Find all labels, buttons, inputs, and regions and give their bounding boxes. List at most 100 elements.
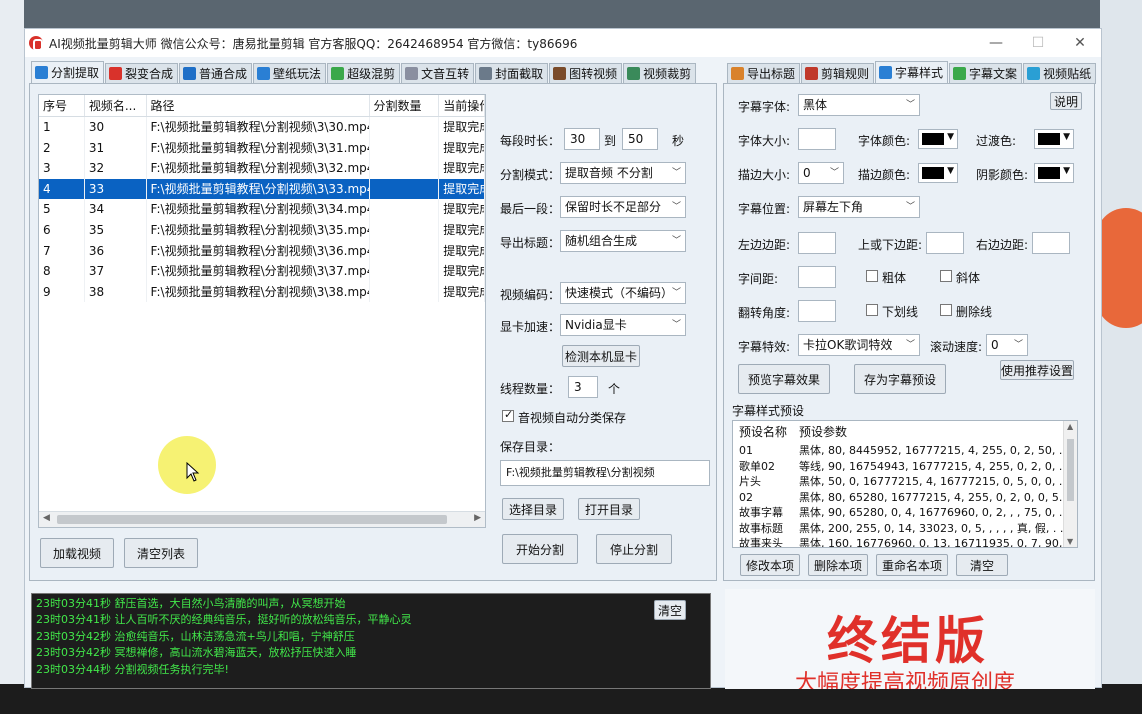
main-tab-6[interactable]: 文音互转	[401, 63, 475, 84]
col-header-status[interactable]: 当前操作	[439, 95, 485, 116]
main-tab-5[interactable]: 超级混剪	[327, 63, 401, 84]
spacing-input[interactable]	[798, 266, 836, 288]
choose-dir-button[interactable]: 选择目录	[502, 498, 564, 520]
clear-presets-button[interactable]: 清空	[956, 554, 1008, 576]
table-row[interactable]: 534F:\视频批量剪辑教程\分割视频\3\34.mp4 提取完成	[39, 199, 485, 220]
shadow-color-picker[interactable]: ▼	[1034, 163, 1074, 183]
scroll-thumb[interactable]	[57, 515, 447, 524]
rotate-input[interactable]	[798, 300, 836, 322]
main-tab-1[interactable]: 分割提取	[31, 61, 105, 84]
scroll-speed-select[interactable]: 0 ﹀	[986, 334, 1028, 356]
help-button[interactable]: 说明	[1050, 92, 1082, 110]
strike-checkbox[interactable]	[940, 304, 952, 316]
table-row[interactable]: 837F:\视频批量剪辑教程\分割视频\3\37.mp4 提取完成	[39, 261, 485, 282]
preview-subtitle-button[interactable]: 预览字幕效果	[738, 364, 830, 394]
preset-col-params[interactable]: 预设参数	[799, 421, 1077, 443]
col-header-index[interactable]: 序号	[39, 95, 85, 116]
load-video-button[interactable]: 加载视频	[40, 538, 114, 568]
preset-col-name[interactable]: 预设名称	[733, 421, 799, 443]
margin-vertical-input[interactable]	[926, 232, 964, 254]
scroll-right-icon[interactable]: ▶	[474, 513, 481, 523]
detect-gpu-button[interactable]: 检测本机显卡	[562, 345, 640, 367]
italic-checkbox[interactable]	[940, 270, 952, 282]
table-row[interactable]: 231F:\视频批量剪辑教程\分割视频\3\31.mp4 提取完成	[39, 137, 485, 159]
maximize-button[interactable]: ☐	[1017, 29, 1059, 57]
stop-split-button[interactable]: 停止分割	[596, 534, 672, 564]
table-row[interactable]: 938F:\视频批量剪辑教程\分割视频\3\38.mp4 提取完成	[39, 281, 485, 303]
settings-tab-3[interactable]: 字幕样式	[875, 61, 949, 84]
font-size-input[interactable]	[798, 128, 836, 150]
font-select[interactable]: 黑体 ﹀	[798, 94, 920, 116]
table-cell-status: 提取完成	[439, 117, 485, 138]
main-tab-4[interactable]: 壁纸玩法	[253, 63, 327, 84]
table-row[interactable]: 130F:\视频批量剪辑教程\分割视频\3\30.mp4 提取完成	[39, 117, 485, 138]
font-color-picker[interactable]: ▼	[918, 129, 958, 149]
log-line: 23时03分44秒 分割视频任务执行完毕!	[36, 662, 229, 676]
tab-icon	[805, 67, 819, 80]
preset-row[interactable]: 故事字幕 黑体, 90, 65280, 0, 4, 16776960, 0, 2,…	[733, 505, 1077, 521]
preset-row[interactable]: 片头 黑体, 50, 0, 16777215, 4, 16777215, 0, 5…	[733, 474, 1077, 490]
horizontal-scrollbar[interactable]: ◀ ▶	[39, 511, 485, 527]
main-tab-8[interactable]: 图转视频	[549, 63, 623, 84]
tab-icon	[879, 66, 893, 79]
edit-preset-button[interactable]: 修改本项	[740, 554, 800, 576]
table-row[interactable]: 433F:\视频批量剪辑教程\分割视频\3\33.mp4 提取完成	[39, 178, 485, 200]
export-title-select[interactable]: 随机组合生成 ﹀	[560, 230, 686, 252]
codec-select[interactable]: 快速模式（不编码） ﹀	[560, 282, 686, 304]
main-tab-9[interactable]: 视频裁剪	[623, 63, 697, 84]
clear-log-button[interactable]: 清空	[654, 600, 686, 620]
margin-left-input[interactable]	[798, 232, 836, 254]
minimize-button[interactable]: —	[975, 29, 1017, 57]
duration-from-input[interactable]: 30	[564, 128, 600, 150]
fade-color-picker[interactable]: ▼	[1034, 129, 1074, 149]
scroll-up-icon[interactable]: ▲	[1067, 422, 1073, 431]
delete-preset-button[interactable]: 删除本项	[808, 554, 868, 576]
settings-tab-1[interactable]: 导出标题	[727, 63, 801, 84]
clear-list-button[interactable]: 清空列表	[124, 538, 198, 568]
settings-tab-2[interactable]: 剪辑规则	[801, 63, 875, 84]
effect-select[interactable]: 卡拉OK歌词特效 ﹀	[798, 334, 920, 356]
rename-preset-button[interactable]: 重命名本项	[876, 554, 948, 576]
auto-save-checkbox[interactable]	[502, 408, 514, 422]
col-header-name[interactable]: 视频名...	[85, 95, 147, 116]
table-row[interactable]: 635F:\视频批量剪辑教程\分割视频\3\35.mp4 提取完成	[39, 219, 485, 241]
preset-row[interactable]: 02 黑体, 80, 65280, 16777215, 4, 255, 0, 2,…	[733, 490, 1077, 506]
preset-row[interactable]: 歌单02 等线, 90, 16754943, 16777215, 4, 255, …	[733, 459, 1077, 475]
underline-checkbox[interactable]	[866, 304, 878, 316]
outline-size-select[interactable]: 0 ﹀	[798, 162, 844, 184]
main-tab-2[interactable]: 裂变合成	[105, 63, 179, 84]
col-header-count[interactable]: 分割数量	[370, 95, 440, 116]
position-select[interactable]: 屏幕左下角 ﹀	[798, 196, 920, 218]
preset-row[interactable]: 01 黑体, 80, 8445952, 16777215, 4, 255, 0, …	[733, 443, 1077, 459]
duration-to-input[interactable]: 50	[622, 128, 658, 150]
scroll-down-icon[interactable]: ▼	[1067, 537, 1073, 546]
chevron-down-icon: ﹀	[905, 202, 915, 212]
close-button[interactable]: ✕	[1059, 29, 1101, 57]
bold-checkbox[interactable]	[866, 270, 878, 282]
scroll-left-icon[interactable]: ◀	[43, 513, 50, 523]
preset-row[interactable]: 故事来头 黑体, 160, 16776960, 0, 13, 16711935, …	[733, 536, 1077, 548]
split-mode-select[interactable]: 提取音频 不分割 ﹀	[560, 162, 686, 184]
settings-tab-5[interactable]: 视频贴纸	[1023, 63, 1097, 84]
outline-color-picker[interactable]: ▼	[918, 163, 958, 183]
preset-row[interactable]: 故事标题 黑体, 200, 255, 0, 14, 33023, 0, 5, , …	[733, 521, 1077, 537]
save-preset-button[interactable]: 存为字幕预设	[854, 364, 946, 394]
open-dir-button[interactable]: 打开目录	[578, 498, 640, 520]
gpu-select[interactable]: Nvidia显卡 ﹀	[560, 314, 686, 336]
scroll-thumb[interactable]	[1067, 439, 1074, 501]
tab-label: 分割提取	[51, 66, 100, 80]
preset-params: 黑体, 160, 16776960, 0, 13, 16711935, 0, 7…	[799, 537, 1077, 548]
start-split-button[interactable]: 开始分割	[502, 534, 578, 564]
table-row[interactable]: 736F:\视频批量剪辑教程\分割视频\3\36.mp4 提取完成	[39, 240, 485, 262]
margin-right-input[interactable]	[1032, 232, 1070, 254]
col-header-path[interactable]: 路径	[147, 95, 370, 116]
vertical-scrollbar[interactable]: ▲ ▼	[1063, 421, 1077, 547]
last-segment-select[interactable]: 保留时长不足部分 ﹀	[560, 196, 686, 218]
threads-input[interactable]: 3	[568, 376, 598, 398]
main-tab-3[interactable]: 普通合成	[179, 63, 253, 84]
main-tab-7[interactable]: 封面截取	[475, 63, 549, 84]
settings-tab-4[interactable]: 字幕文案	[949, 63, 1023, 84]
table-row[interactable]: 332F:\视频批量剪辑教程\分割视频\3\32.mp4 提取完成	[39, 158, 485, 179]
use-recommended-button[interactable]: 使用推荐设置	[1000, 360, 1074, 380]
save-dir-input[interactable]: F:\视频批量剪辑教程\分割视频	[500, 460, 710, 486]
